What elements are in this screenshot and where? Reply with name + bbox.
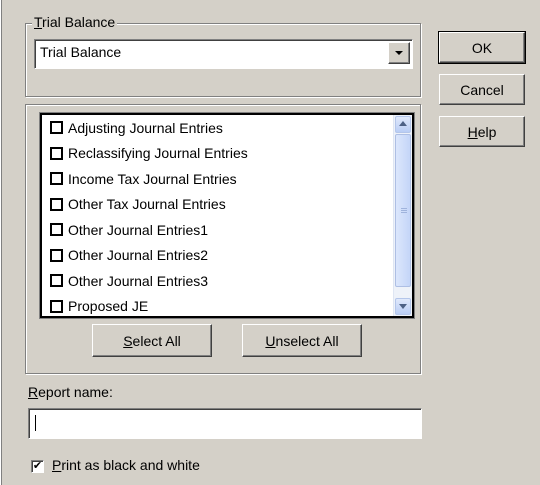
journal-entry-checkbox[interactable] <box>50 248 63 262</box>
journal-entry-label: Other Tax Journal Entries <box>68 196 226 213</box>
journal-entry-checkbox[interactable] <box>50 121 63 135</box>
journal-entry-checkbox[interactable] <box>50 274 63 288</box>
journal-entries-items: Adjusting Journal Entries Reclassifying J… <box>42 115 394 316</box>
journal-entry-label: Reclassifying Journal Entries <box>68 145 248 162</box>
ok-button[interactable]: OK <box>438 31 526 64</box>
journal-entry-checkbox[interactable] <box>50 172 63 186</box>
journal-entry-item[interactable]: Reclassifying Journal Entries <box>42 141 394 167</box>
report-type-group-label: Trial Balance <box>32 14 118 30</box>
scroll-thumb[interactable] <box>395 134 411 287</box>
journal-entry-checkbox[interactable] <box>50 197 63 211</box>
scroll-up-button[interactable] <box>395 116 411 133</box>
journal-entry-label: Income Tax Journal Entries <box>68 170 237 187</box>
list-scrollbar[interactable] <box>393 115 412 316</box>
print-bw-checkbox[interactable]: ✔ <box>31 460 44 473</box>
journal-entry-item[interactable]: Other Journal Entries2 <box>42 243 394 269</box>
journal-entry-item[interactable]: Other Tax Journal Entries <box>42 192 394 218</box>
journal-entries-list[interactable]: Adjusting Journal Entries Reclassifying J… <box>40 113 414 318</box>
journal-entry-checkbox[interactable] <box>50 146 63 160</box>
journal-entry-label: Adjusting Journal Entries <box>68 119 223 136</box>
chevron-up-icon <box>399 121 407 126</box>
journal-entry-label: Other Journal Entries1 <box>68 221 209 238</box>
journal-entry-label: Other Journal Entries2 <box>68 247 209 264</box>
window-edge <box>0 0 2 485</box>
cancel-button[interactable]: Cancel <box>439 74 525 105</box>
journal-entry-item[interactable]: Income Tax Journal Entries <box>42 166 394 192</box>
select-all-button[interactable]: Select All <box>92 324 212 357</box>
journal-entry-item[interactable]: Proposed JE <box>42 294 394 317</box>
journal-entry-checkbox[interactable] <box>50 299 63 313</box>
help-button[interactable]: Help <box>439 116 525 147</box>
report-type-selected: Trial Balance <box>40 44 122 60</box>
journal-entry-label: Other Journal Entries3 <box>68 272 209 289</box>
journal-entry-item[interactable]: Other Journal Entries1 <box>42 217 394 243</box>
report-name-label: Report name: <box>28 384 113 400</box>
journal-entry-item[interactable]: Adjusting Journal Entries <box>42 115 394 141</box>
chevron-down-icon <box>395 51 403 55</box>
combo-dropdown-button[interactable] <box>388 42 410 64</box>
unselect-all-button[interactable]: Unselect All <box>242 324 362 357</box>
journal-entry-label: Proposed JE <box>68 298 149 315</box>
report-type-combo[interactable]: Trial Balance <box>34 39 413 69</box>
journal-entry-item[interactable]: Other Journal Entries3 <box>42 268 394 294</box>
chevron-down-icon <box>399 304 407 309</box>
print-bw-label[interactable]: Print as black and white <box>52 457 200 473</box>
scroll-down-button[interactable] <box>395 298 411 315</box>
text-caret <box>35 415 36 431</box>
journal-entry-checkbox[interactable] <box>50 223 63 237</box>
report-name-input[interactable] <box>28 408 422 439</box>
